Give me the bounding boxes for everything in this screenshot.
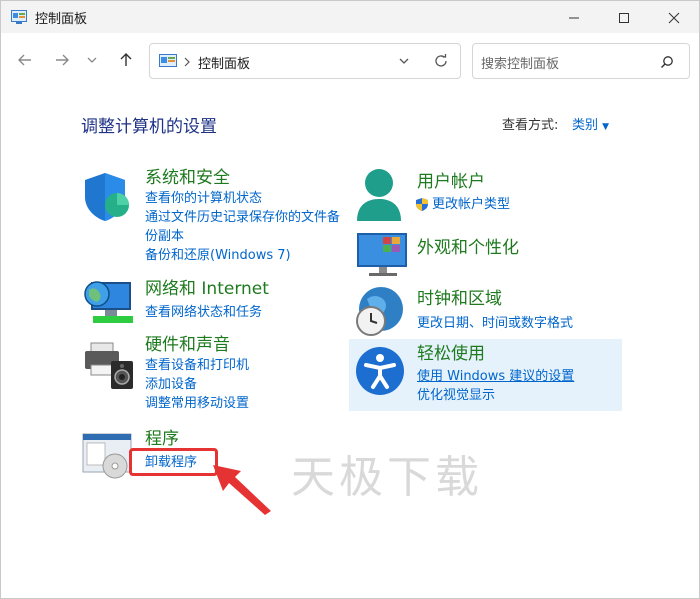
forward-button[interactable] (47, 45, 77, 75)
arrow-left-icon (18, 54, 31, 66)
chevron-down-icon (87, 57, 97, 63)
category-title-clock-region[interactable]: 时钟和区域 (417, 288, 573, 310)
arrow-up-icon (120, 53, 132, 66)
category-title-appearance[interactable]: 外观和个性化 (417, 237, 519, 259)
link-optimize-visual-display[interactable]: 优化视觉显示 (417, 386, 574, 405)
maximize-icon (619, 13, 629, 23)
search-input[interactable]: 搜索控制面板 (481, 53, 559, 72)
category-title-user-accounts[interactable]: 用户帐户 (417, 171, 510, 193)
uac-shield-icon (416, 198, 428, 211)
navigation-bar: 控制面板 搜索控制面板 (1, 33, 699, 89)
up-button[interactable] (111, 45, 141, 75)
search-icon[interactable] (660, 55, 674, 69)
annotation-arrow-icon (213, 465, 271, 515)
address-path: 控制面板 (198, 57, 251, 72)
clock-globe-icon (356, 287, 403, 336)
title-bar: 控制面板 (1, 1, 699, 33)
link-view-computer-status[interactable]: 查看你的计算机状态 (145, 189, 340, 208)
link-recommended-settings[interactable]: 使用 Windows 建议的设置 (417, 367, 574, 386)
link-network-status[interactable]: 查看网络状态和任务 (145, 303, 269, 322)
category-title-network-internet[interactable]: 网络和 Internet (145, 278, 269, 300)
category-title-programs[interactable]: 程序 (145, 428, 197, 450)
view-by-label: 查看方式: (502, 118, 559, 133)
window-title: 控制面板 (35, 12, 88, 27)
address-field[interactable]: 控制面板 (149, 43, 461, 79)
page-heading: 调整计算机的设置 (81, 117, 217, 137)
close-button[interactable] (654, 5, 694, 31)
category-title-system-security[interactable]: 系统和安全 (145, 167, 340, 189)
recent-locations-button[interactable] (81, 45, 103, 75)
minimize-button[interactable] (554, 5, 594, 31)
control-panel-icon (11, 10, 27, 24)
link-file-history-cont[interactable]: 份副本 (145, 227, 340, 246)
programs-icon (82, 433, 132, 479)
back-button[interactable] (10, 45, 40, 75)
address-dropdown-button[interactable] (394, 52, 414, 70)
watermark: 天极下载 (291, 452, 483, 503)
search-box[interactable]: 搜索控制面板 (472, 43, 690, 79)
link-file-history[interactable]: 通过文件历史记录保存你的文件备 (145, 208, 340, 227)
control-panel-window: 控制面板 控制面板 搜索控制面板 调整计算机的设置 查看方式: 类别 ▼ 系统和… (0, 0, 700, 599)
control-panel-icon (159, 54, 177, 67)
view-by-value[interactable]: 类别 (572, 118, 598, 133)
printer-speaker-icon (85, 342, 133, 389)
caret-down-icon: ▼ (602, 122, 610, 132)
minimize-icon (569, 17, 579, 19)
appearance-monitor-icon (357, 233, 407, 276)
annotation-highlight-box (129, 448, 218, 476)
category-appearance: 外观和个性化 (417, 237, 519, 259)
category-user-accounts: 用户帐户 更改帐户类型 (416, 171, 510, 214)
shield-icon (85, 173, 129, 221)
link-add-device[interactable]: 添加设备 (145, 375, 249, 394)
category-clock-region: 时钟和区域 更改日期、时间或数字格式 (417, 288, 573, 333)
category-network-internet: 网络和 Internet 查看网络状态和任务 (145, 278, 269, 322)
category-title-hardware-sound[interactable]: 硬件和声音 (145, 334, 249, 356)
refresh-button[interactable] (430, 51, 452, 71)
view-by-dropdown[interactable]: 类别 ▼ (572, 114, 609, 133)
maximize-button[interactable] (604, 5, 644, 31)
accessibility-icon (356, 347, 404, 395)
chevron-down-icon (399, 58, 409, 64)
category-hardware-sound: 硬件和声音 查看设备和打印机 添加设备 调整常用移动设置 (145, 334, 249, 413)
user-account-icon (357, 169, 401, 221)
category-title-ease-of-access[interactable]: 轻松使用 (417, 343, 574, 365)
arrow-right-icon (56, 54, 69, 66)
link-change-account-type[interactable]: 更改帐户类型 (432, 195, 510, 214)
network-globe-icon (84, 281, 133, 323)
link-backup-restore[interactable]: 备份和还原(Windows 7) (145, 246, 340, 265)
category-ease-of-access: 轻松使用 使用 Windows 建议的设置 优化视觉显示 (417, 343, 574, 405)
refresh-icon (435, 54, 447, 67)
link-mobility-settings[interactable]: 调整常用移动设置 (145, 394, 249, 413)
link-change-date-time-format[interactable]: 更改日期、时间或数字格式 (417, 314, 573, 333)
chevron-right-icon (184, 57, 190, 67)
close-icon (668, 12, 680, 24)
link-devices-printers[interactable]: 查看设备和打印机 (145, 356, 249, 375)
category-system-security: 系统和安全 查看你的计算机状态 通过文件历史记录保存你的文件备 份副本 备份和还… (145, 167, 340, 265)
